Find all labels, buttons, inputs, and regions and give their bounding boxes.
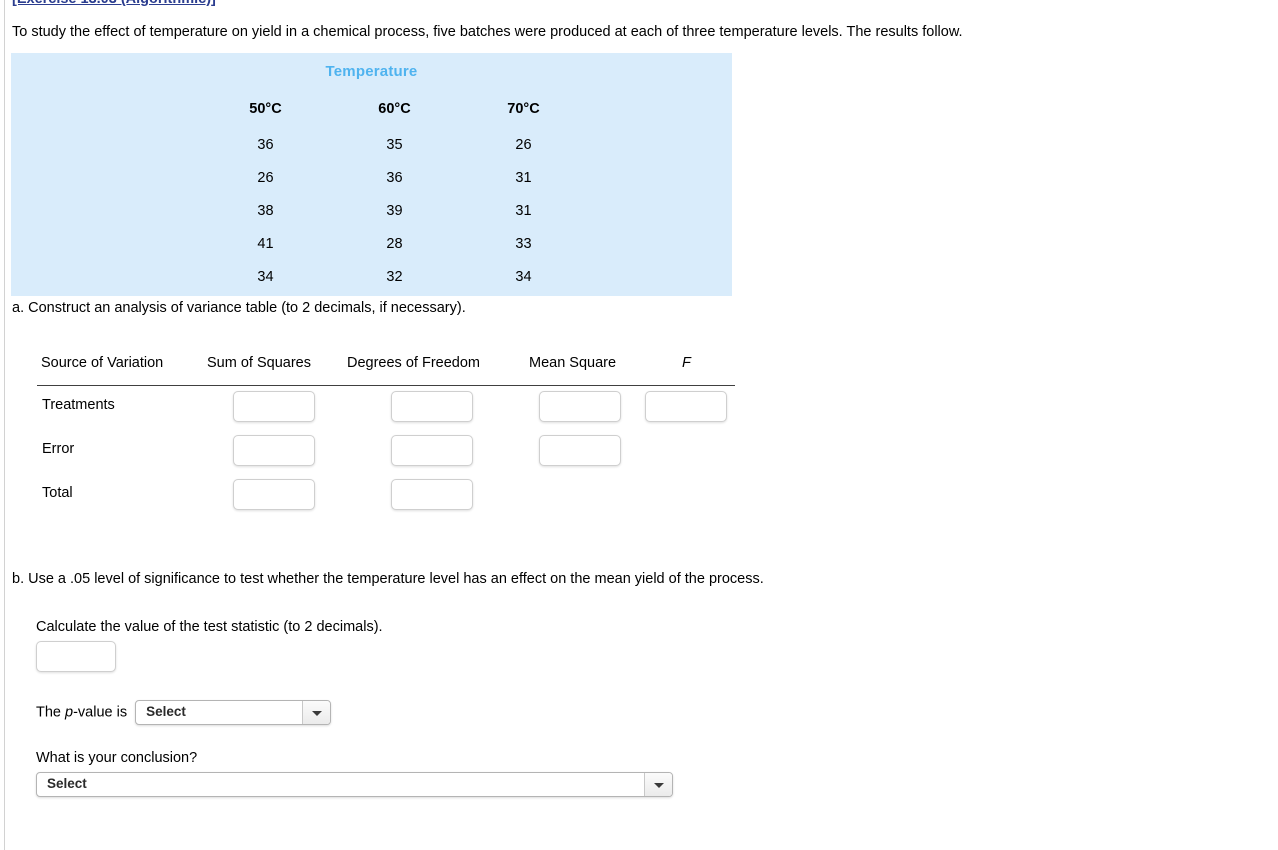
part-a-instruction: a. Construct an analysis of variance tab… (12, 300, 466, 316)
column-header-50c: 50°C (249, 101, 282, 117)
table-header-row: 50°C 60°C 70°C (201, 101, 588, 131)
data-cell: 26 (257, 170, 274, 186)
data-cell: 41 (257, 236, 274, 252)
anova-header-sum-of-squares: Sum of Squares (207, 355, 311, 371)
conclusion-select[interactable]: Select (36, 772, 673, 797)
test-statistic-input[interactable] (36, 641, 116, 672)
conclusion-question-label: What is your conclusion? (36, 750, 198, 766)
data-cell: 34 (257, 269, 274, 285)
data-cell: 36 (386, 170, 403, 186)
total-degrees-of-freedom-input[interactable] (391, 479, 473, 510)
data-cell: 32 (386, 269, 403, 285)
table-row: 36 35 26 (201, 131, 588, 164)
error-mean-square-input[interactable] (539, 435, 621, 466)
part-b-instruction: b. Use a .05 level of significance to te… (12, 571, 764, 587)
error-sum-of-squares-input[interactable] (233, 435, 315, 466)
anova-header-degrees-of-freedom: Degrees of Freedom (347, 355, 480, 371)
chevron-down-icon[interactable] (302, 701, 331, 724)
pvalue-label: The p-value is (36, 705, 127, 721)
anova-header-source: Source of Variation (41, 355, 164, 371)
anova-row-total: Total (37, 474, 735, 518)
conclusion-select-value: Select (47, 776, 87, 791)
anova-row-error: Error (37, 430, 735, 474)
pvalue-select[interactable]: Select (135, 700, 332, 725)
table-row: 26 36 31 (201, 164, 588, 197)
data-cell: 31 (515, 170, 532, 186)
anova-row-treatments: Treatments (37, 386, 735, 430)
table-row: 41 28 33 (201, 230, 588, 263)
pvalue-label-italic-p: p (65, 704, 74, 721)
temperature-data-panel: Temperature 50°C 60°C 70°C 36 35 26 26 3… (11, 53, 732, 296)
pvalue-label-prefix: The (36, 704, 66, 721)
pvalue-row: The p-value is Select (36, 700, 332, 726)
table-row: 34 32 34 (201, 263, 588, 296)
anova-row-label-total: Total (42, 485, 73, 501)
data-cell: 34 (515, 269, 532, 285)
anova-header-mean-square: Mean Square (529, 355, 617, 371)
anova-header-row: Source of Variation Sum of Squares Degre… (37, 355, 735, 386)
column-header-70c: 70°C (507, 101, 540, 117)
treatments-mean-square-input[interactable] (539, 391, 621, 422)
data-cell: 26 (515, 137, 532, 153)
error-degrees-of-freedom-input[interactable] (391, 435, 473, 466)
problem-statement: To study the effect of temperature on yi… (12, 24, 963, 40)
data-cell: 36 (257, 137, 274, 153)
pvalue-select-value: Select (146, 704, 186, 719)
data-cell: 39 (386, 203, 403, 219)
anova-row-label-error: Error (42, 441, 75, 457)
temperature-data-table: 50°C 60°C 70°C 36 35 26 26 36 31 38 39 3… (201, 101, 588, 296)
total-sum-of-squares-input[interactable] (233, 479, 315, 510)
data-cell: 28 (386, 236, 403, 252)
anova-row-label-treatments: Treatments (42, 397, 115, 413)
anova-table: Source of Variation Sum of Squares Degre… (37, 355, 735, 518)
page-left-border (4, 0, 5, 850)
exercise-header[interactable]: [Exercise 13.03 (Algorithmic)] (12, 0, 216, 7)
test-statistic-instruction: Calculate the value of the test statisti… (36, 619, 383, 635)
data-cell: 35 (386, 137, 403, 153)
data-cell: 38 (257, 203, 274, 219)
table-row: 38 39 31 (201, 197, 588, 230)
treatments-sum-of-squares-input[interactable] (233, 391, 315, 422)
data-panel-title: Temperature (325, 63, 418, 80)
chevron-down-icon[interactable] (644, 773, 672, 796)
treatments-f-input[interactable] (645, 391, 727, 422)
anova-header-f: F (682, 355, 691, 371)
pvalue-label-suffix: -value is (73, 704, 128, 721)
column-header-60c: 60°C (378, 101, 411, 117)
data-cell: 33 (515, 236, 532, 252)
treatments-degrees-of-freedom-input[interactable] (391, 391, 473, 422)
data-cell: 31 (515, 203, 532, 219)
